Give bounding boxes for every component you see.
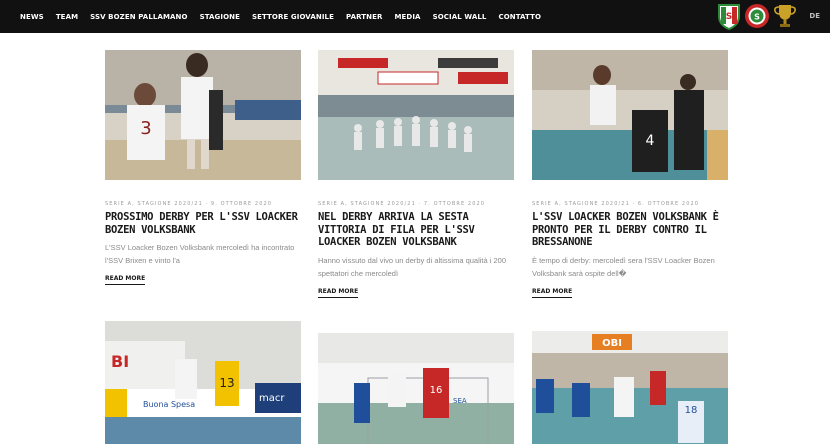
nav-news[interactable]: NEWS xyxy=(20,13,44,21)
coppa-italia-badge[interactable]: S xyxy=(744,2,770,30)
news-photo[interactable] xyxy=(318,50,514,180)
svg-text:13: 13 xyxy=(219,376,234,390)
nav-ssv-bozen-pallamano[interactable]: SSV BOZEN PALLAMANO xyxy=(90,13,187,21)
post-excerpt: Hanno vissuto dal vivo un derby di altis… xyxy=(318,256,507,278)
svg-text:S: S xyxy=(754,13,760,22)
news-photo[interactable]: BI Buona Spesa macr 13 xyxy=(105,321,301,444)
post-title[interactable]: NEL DERBY ARRIVA LA SESTA VITTORIA DI FI… xyxy=(318,211,518,249)
post-meta: SERIE A, STAGIONE 2020/21 · 7. OTTOBRE 2… xyxy=(318,201,486,207)
trophy-icon[interactable] xyxy=(772,2,798,30)
post-excerpt: È tempo di derby: mercoledì sera l'SSV L… xyxy=(532,256,715,278)
post-meta: SERIE A, STAGIONE 2020/21 · 9. OTTOBRE 2… xyxy=(105,201,273,207)
svg-text:SEA: SEA xyxy=(453,397,467,405)
language-switch-de[interactable]: DE xyxy=(809,12,820,20)
nav-contatto[interactable]: CONTATTO xyxy=(498,13,541,21)
news-photo[interactable]: OBI 18 xyxy=(532,331,728,444)
svg-text:4: 4 xyxy=(646,133,655,149)
post-title[interactable]: L'SSV LOACKER BOZEN VOLKSBANK È PRONTO P… xyxy=(532,211,732,249)
svg-text:macr: macr xyxy=(259,393,285,404)
main-menu: NEWS TEAM SSV BOZEN PALLAMANO STAGIONE S… xyxy=(20,0,541,33)
svg-text:S: S xyxy=(726,12,732,22)
nav-team[interactable]: TEAM xyxy=(56,13,78,21)
read-more-link[interactable]: READ MORE xyxy=(105,275,146,285)
top-navigation-bar: NEWS TEAM SSV BOZEN PALLAMANO STAGIONE S… xyxy=(0,0,830,33)
svg-text:16: 16 xyxy=(430,385,443,396)
svg-text:BI: BI xyxy=(111,352,129,371)
post-title[interactable]: PROSSIMO DERBY PER L'SSV LOACKER BOZEN V… xyxy=(105,211,305,236)
nav-social-wall[interactable]: SOCIAL WALL xyxy=(433,13,487,21)
svg-text:OBI: OBI xyxy=(602,338,622,349)
svg-text:18: 18 xyxy=(685,405,698,416)
post-meta: SERIE A, STAGIONE 2020/21 · 6. OTTOBRE 2… xyxy=(532,201,700,207)
nav-stagione[interactable]: STAGIONE xyxy=(200,13,240,21)
svg-text:Buona Spesa: Buona Spesa xyxy=(143,400,195,409)
read-more-link[interactable]: READ MORE xyxy=(318,288,359,298)
svg-text:3: 3 xyxy=(140,118,151,139)
news-photo[interactable]: 16 SEA xyxy=(318,333,514,444)
honours-badges: S S xyxy=(716,2,798,30)
news-photo[interactable]: 4 xyxy=(532,50,728,180)
read-more-link[interactable]: READ MORE xyxy=(532,288,573,298)
scudetto-badge[interactable]: S xyxy=(716,2,742,30)
post-excerpt: L'SSV Loacker Bozen Volksbank mercoledì … xyxy=(105,243,295,265)
nav-settore-giovanile[interactable]: SETTORE GIOVANILE xyxy=(252,13,334,21)
nav-partner[interactable]: PARTNER xyxy=(346,13,383,21)
nav-media[interactable]: MEDIA xyxy=(394,13,420,21)
news-photo[interactable]: 3 xyxy=(105,50,301,180)
